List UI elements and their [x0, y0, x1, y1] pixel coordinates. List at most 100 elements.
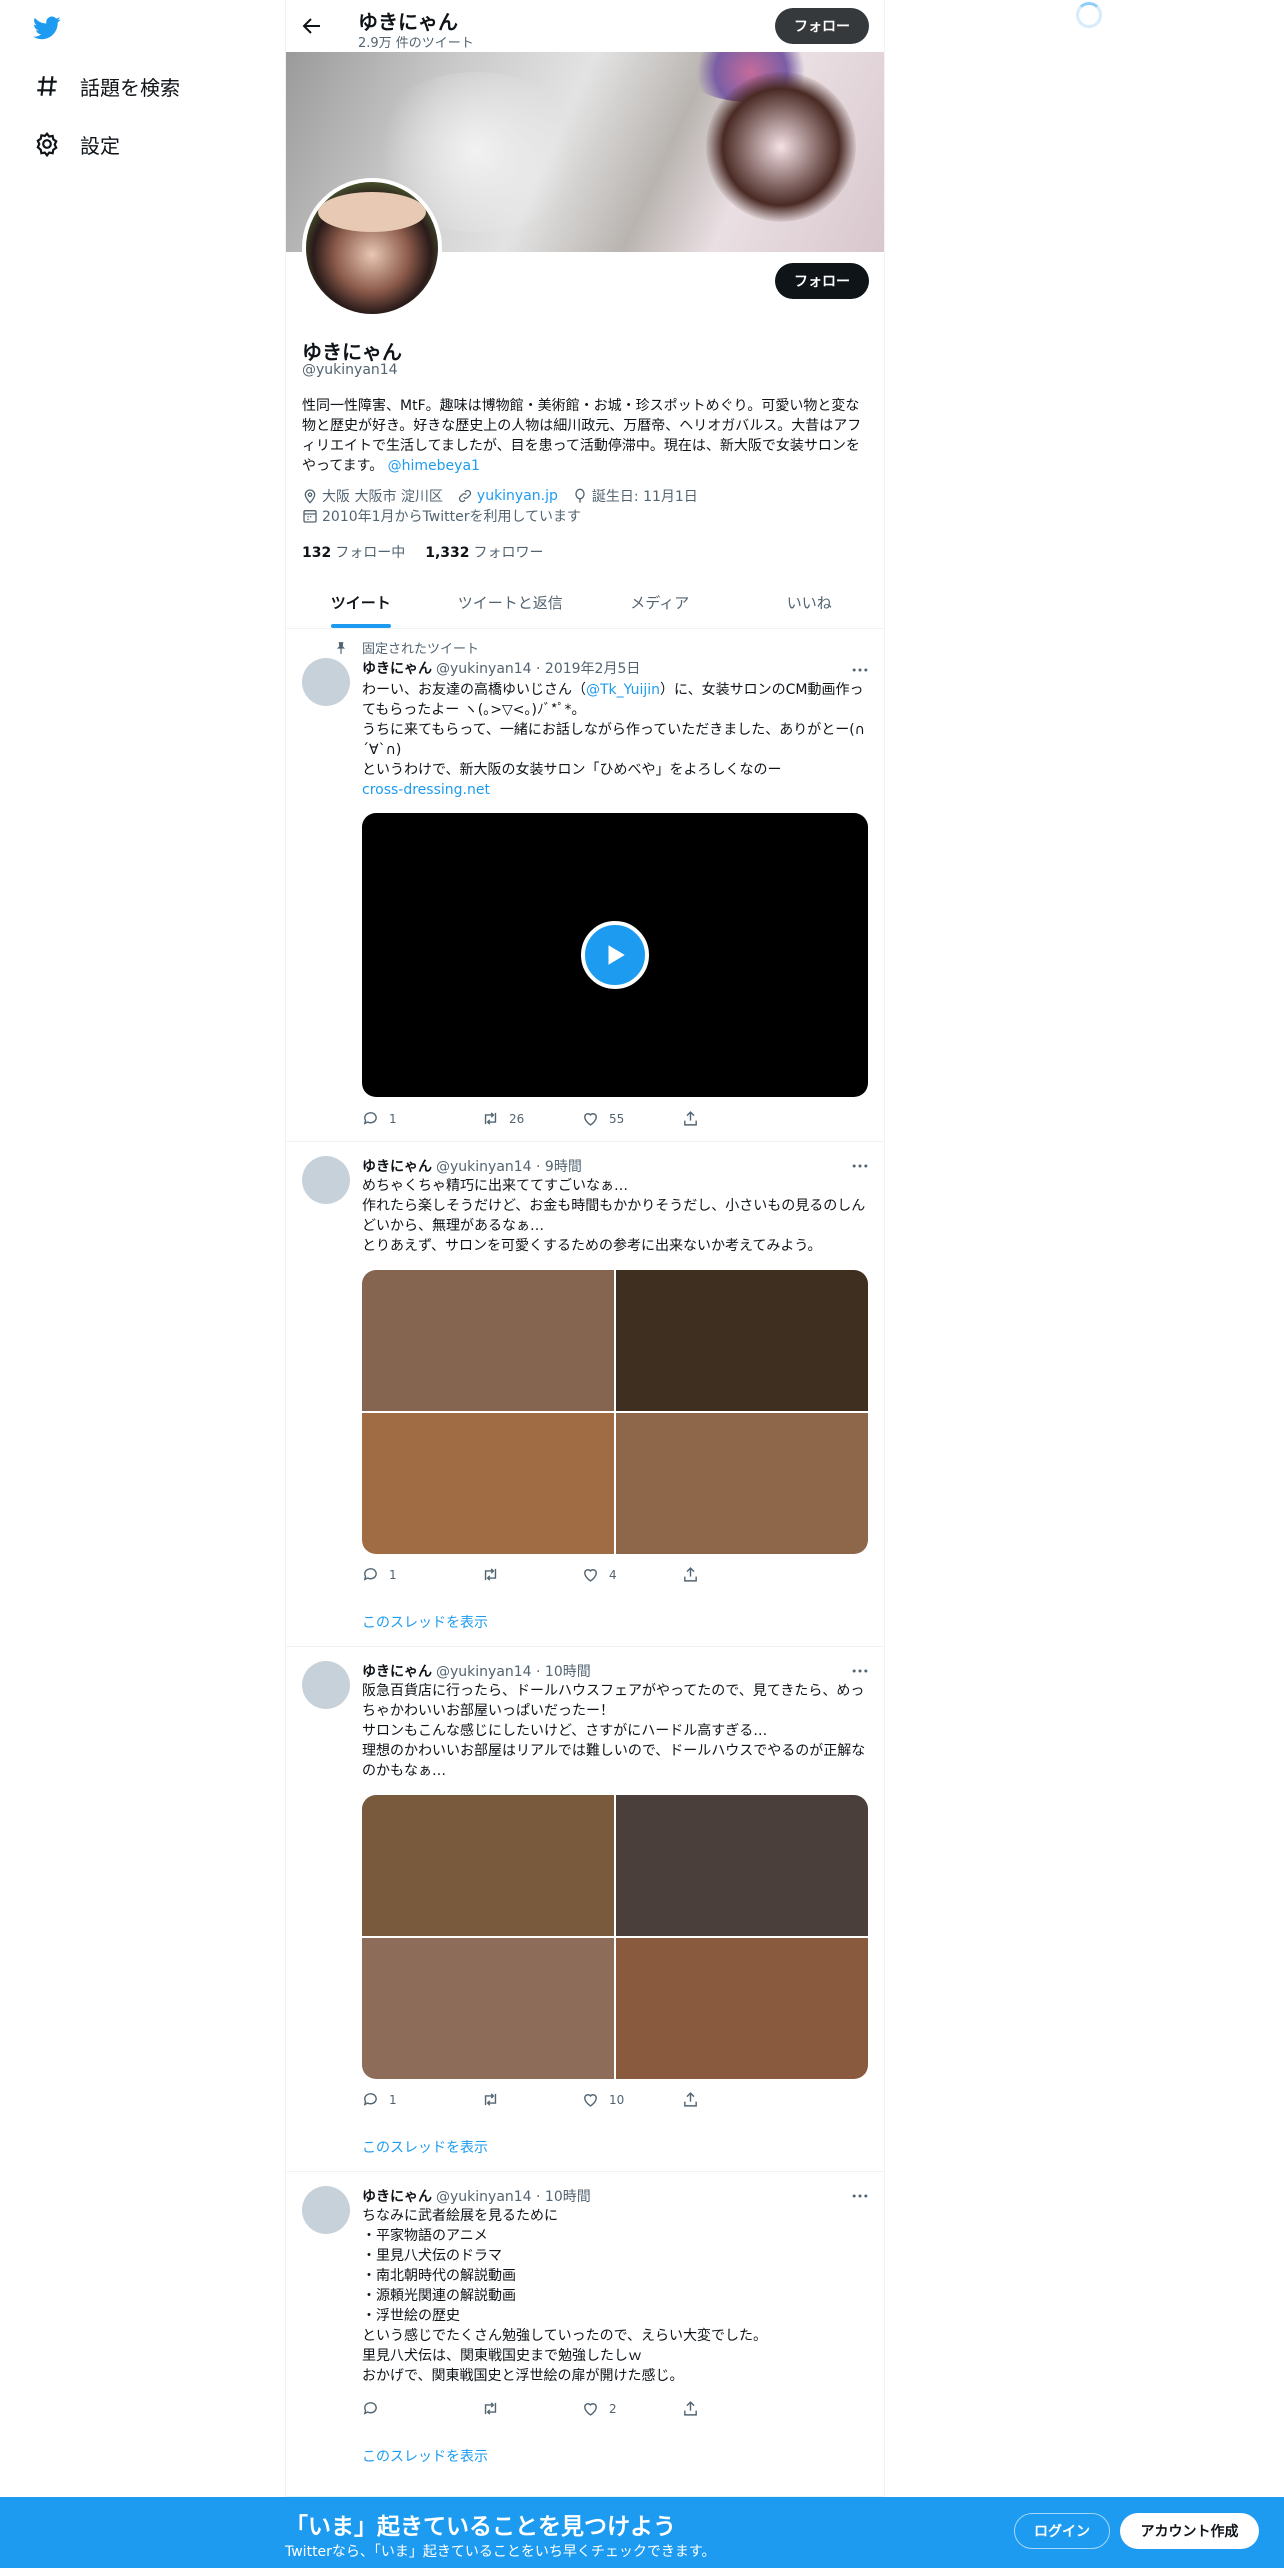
tweet-header: ゆきにゃん @yukinyan14 · 10時間 [362, 1664, 591, 1680]
active-tab-indicator [330, 624, 391, 628]
share-button[interactable] [682, 1110, 782, 1127]
reply-button[interactable]: 1 [362, 1110, 462, 1127]
retweet-button[interactable] [482, 2091, 582, 2108]
tweet-card[interactable]: ゆきにゃん @yukinyan14 · 10時間 阪急百貨店に行ったら、ドールハウ… [286, 1647, 884, 2172]
hashtag-icon [37, 76, 57, 96]
profile-column: ゆきにゃん 2.9万 件のツイート フォロー フォロー ゆきにゃん @yukin… [285, 0, 885, 2568]
profile-joined: 2010年1月からTwitterを利用しています [302, 506, 581, 526]
reply-button[interactable] [362, 2400, 462, 2417]
profile-tabs: ツイート ツイートと返信 メディア いいね [286, 576, 884, 629]
retweet-button[interactable] [482, 1566, 582, 1583]
tweet-video[interactable] [362, 813, 868, 1097]
play-button[interactable] [581, 921, 649, 989]
like-button[interactable]: 4 [582, 1566, 682, 1583]
retweet-button[interactable]: 26 [482, 1110, 582, 1127]
show-thread-link[interactable]: このスレッドを表示 [362, 2137, 488, 2157]
tweet-image[interactable] [362, 1938, 614, 2079]
tweet-actions: 2 [362, 2400, 782, 2417]
tweet-image[interactable] [616, 1795, 868, 1936]
retweet-icon [484, 1568, 497, 1581]
tweet-card[interactable]: ゆきにゃん @yukinyan14 · 10時間 ちなみに武者絵展を見るために ・… [286, 2172, 884, 2497]
followers-link[interactable]: 1,332 フォロワー [425, 542, 543, 562]
tab-tweets-and-replies[interactable]: ツイートと返信 [436, 576, 586, 628]
heart-icon [584, 1113, 597, 1126]
gear-icon [36, 132, 58, 157]
tweet-image-grid[interactable] [362, 1795, 868, 2079]
tweet-image[interactable] [616, 1270, 868, 1411]
signup-button[interactable]: アカウント作成 [1120, 2513, 1259, 2549]
profile-location: 大阪 大阪市 淀川区 [322, 489, 443, 505]
reply-icon [363, 1112, 377, 1125]
share-button[interactable] [682, 2091, 782, 2108]
nav-settings[interactable]: 設定 [34, 124, 120, 164]
more-options-icon[interactable] [850, 1661, 870, 1681]
share-icon [684, 1111, 697, 1126]
tweet-actions: 1 26 55 [362, 1110, 782, 1127]
twitter-logo-icon[interactable] [32, 14, 62, 42]
following-link[interactable]: 132 フォロー中 [302, 542, 405, 562]
share-icon [684, 2092, 697, 2107]
tweet-image[interactable] [616, 1413, 868, 1554]
more-options-icon[interactable] [850, 1156, 870, 1176]
tweet-card[interactable]: ゆきにゃん @yukinyan14 · 9時間 めちゃくちゃ精巧に出来ててすごいな… [286, 1142, 884, 1647]
like-button[interactable]: 10 [582, 2091, 682, 2108]
tweet-image[interactable] [362, 1413, 614, 1554]
profile-header-bar: ゆきにゃん 2.9万 件のツイート フォロー [286, 0, 884, 52]
header-follow-button[interactable]: フォロー [775, 8, 869, 44]
profile-follow-stats: 132 フォロー中 1,332 フォロワー [302, 542, 544, 562]
tab-media[interactable]: メディア [585, 576, 735, 628]
tweet-avatar[interactable] [302, 1661, 350, 1709]
tab-likes[interactable]: いいね [735, 576, 885, 628]
header-tweet-count: 2.9万 件のツイート [358, 36, 474, 51]
heart-icon [584, 2403, 597, 2416]
reply-icon [363, 1568, 377, 1581]
reply-button[interactable]: 1 [362, 1566, 462, 1583]
retweet-icon [484, 2402, 497, 2415]
play-icon [608, 945, 625, 965]
balloon-icon [575, 488, 585, 503]
profile-avatar[interactable] [302, 178, 442, 318]
tab-tweets[interactable]: ツイート [286, 576, 436, 628]
show-thread-link[interactable]: このスレッドを表示 [362, 1612, 488, 1632]
tweet-image[interactable] [362, 1270, 614, 1411]
profile-bio: 性同一性障害、MtF。趣味は博物館・美術館・お城・珍スポットめぐり。可愛い物と変… [302, 396, 870, 476]
like-button[interactable]: 55 [582, 1110, 682, 1127]
tweet-text: わーい、お友達の高橋ゆいじさん（@Tk_Yuijin）に、女装サロンのCM動画作… [362, 682, 865, 798]
tweet-header: ゆきにゃん @yukinyan14 · 2019年2月5日 [362, 661, 641, 677]
profile-handle: @yukinyan14 [302, 362, 398, 378]
tweet-image-grid[interactable] [362, 1270, 868, 1554]
tweet-image[interactable] [616, 1938, 868, 2079]
show-thread-link[interactable]: このスレッドを表示 [362, 2446, 488, 2466]
tweet-avatar[interactable] [302, 2186, 350, 2234]
more-options-icon[interactable] [850, 2186, 870, 2206]
profile-joined-text: 2010年1月からTwitterを利用しています [322, 509, 582, 525]
share-button[interactable] [682, 1566, 782, 1583]
tweet-image[interactable] [362, 1795, 614, 1936]
retweet-icon [484, 2093, 497, 2106]
more-options-icon[interactable] [850, 660, 870, 680]
login-button[interactable]: ログイン [1014, 2513, 1110, 2549]
bio-text: 性同一性障害、MtF。趣味は博物館・美術館・お城・珍スポットめぐり。可愛い物と変… [302, 398, 862, 474]
retweet-button[interactable] [482, 2400, 582, 2417]
share-icon [684, 2401, 697, 2416]
bio-mention-link[interactable]: @himebeya1 [388, 458, 480, 474]
tweet-avatar[interactable] [302, 1156, 350, 1204]
retweet-icon [484, 1112, 497, 1125]
profile-name: ゆきにゃん [302, 340, 402, 364]
tweet-card[interactable]: ゆきにゃん @yukinyan14 · 2019年2月5日 わーい、お友達の高橋ゆ… [286, 630, 884, 1142]
tweet-actions: 1 4 [362, 1566, 782, 1583]
calendar-icon [303, 510, 317, 523]
header-name: ゆきにゃん [358, 10, 458, 34]
profile-follow-button[interactable]: フォロー [775, 263, 869, 299]
share-button[interactable] [682, 2400, 782, 2417]
back-arrow-icon[interactable] [300, 14, 324, 38]
nav-settings-label: 設定 [80, 133, 120, 158]
tweet-avatar[interactable] [302, 658, 350, 706]
tweet-mention-link[interactable]: @Tk_Yuijin [586, 682, 660, 698]
profile-website-link[interactable]: yukinyan.jp [477, 488, 558, 504]
like-button[interactable]: 2 [582, 2400, 682, 2417]
nav-explore[interactable]: 話題を検索 [34, 66, 180, 106]
tweet-text: 阪急百貨店に行ったら、ドールハウスフェアがやってたので、見てきたら、めっちゃかわ… [362, 1683, 866, 1779]
tweet-url-link[interactable]: cross-dressing.net [362, 782, 490, 798]
reply-button[interactable]: 1 [362, 2091, 462, 2108]
